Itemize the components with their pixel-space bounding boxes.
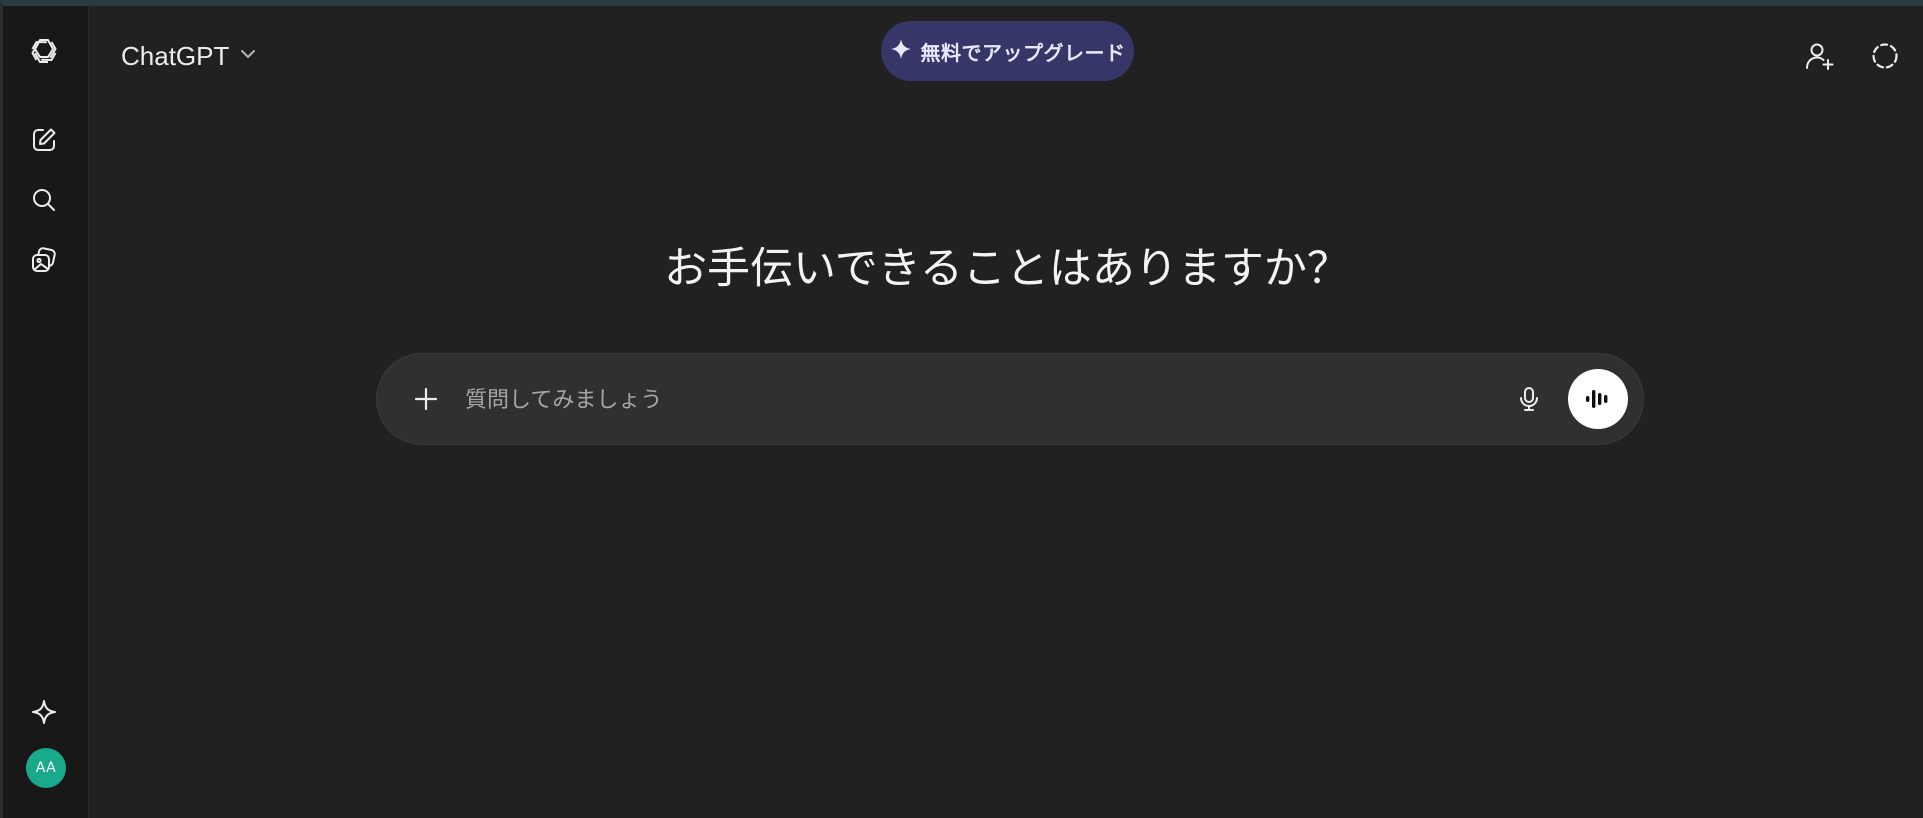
search-icon[interactable] xyxy=(24,180,64,220)
library-images-icon[interactable] xyxy=(24,240,64,280)
app-window: AA ChatGPT 無料でアップグレード お手伝いできることはありますか？ 質… xyxy=(0,0,1923,818)
temporary-chat-icon[interactable] xyxy=(1865,36,1905,76)
voice-mode-button[interactable] xyxy=(1568,369,1628,429)
upgrade-button[interactable]: 無料でアップグレード xyxy=(881,21,1134,81)
voice-waveform-icon xyxy=(1586,390,1608,408)
upgrade-label: 無料でアップグレード xyxy=(920,40,1126,65)
new-chat-icon[interactable] xyxy=(24,120,64,160)
microphone-icon xyxy=(1520,387,1538,411)
sidebar-rail: AA xyxy=(3,6,89,818)
avatar-initials: AA xyxy=(35,760,57,776)
sparkle-icon[interactable] xyxy=(24,692,64,732)
add-user-icon[interactable] xyxy=(1800,36,1840,76)
page-title: お手伝いできることはありますか？ xyxy=(664,244,1350,294)
openai-logo-icon[interactable] xyxy=(24,31,64,71)
plus-icon xyxy=(414,387,438,411)
user-avatar[interactable]: AA xyxy=(26,748,66,788)
add-attachment-button[interactable] xyxy=(405,378,447,420)
model-name: ChatGPT xyxy=(121,40,230,71)
model-switcher[interactable]: ChatGPT xyxy=(115,36,263,76)
dictate-button[interactable] xyxy=(1508,378,1550,420)
composer xyxy=(376,353,1644,445)
sparkle-icon xyxy=(890,38,912,64)
chevron-down-icon xyxy=(239,45,257,67)
prompt-input[interactable] xyxy=(463,376,1367,424)
